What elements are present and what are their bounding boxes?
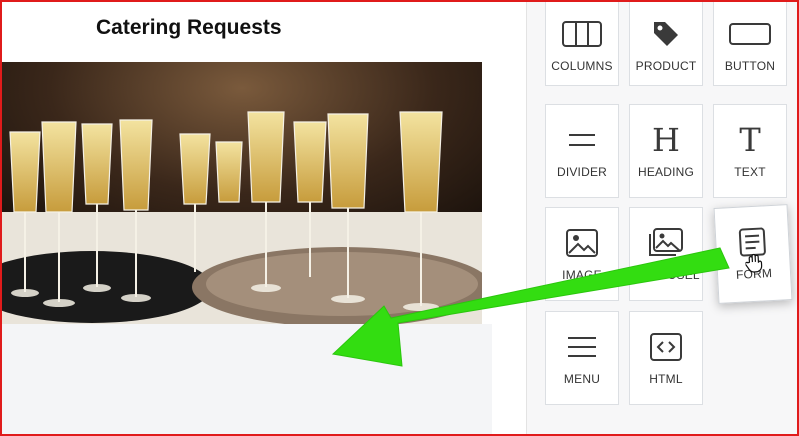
canvas-scroll-gutter [492,2,527,434]
columns-icon [562,19,602,49]
block-columns[interactable]: COLUMNS [545,0,619,86]
block-label: HEADING [637,165,695,179]
image-icon [566,228,598,258]
block-menu[interactable]: MENU [545,311,619,405]
carousel-icon [648,228,684,258]
menu-icon [567,332,597,362]
block-text[interactable]: T TEXT [713,104,787,198]
block-carousel[interactable]: CAROUSEL [629,207,703,301]
tag-icon [651,19,681,49]
grab-cursor-icon [744,253,763,273]
block-label: PRODUCT [635,59,697,73]
block-label: TEXT [734,165,766,179]
block-label: HTML [649,372,683,386]
page-title[interactable]: Catering Requests [96,16,282,40]
block-form-dragging[interactable]: FORM [713,204,793,304]
photo-image [2,62,482,324]
divider-icon [567,125,597,155]
text-icon: T [739,121,761,159]
block-image[interactable]: IMAGE [545,207,619,301]
block-label: DIVIDER [556,165,608,179]
block-heading[interactable]: H HEADING [629,104,703,198]
champagne-photo[interactable] [2,62,482,324]
block-html[interactable]: HTML [629,311,703,405]
heading-icon: H [652,121,680,159]
block-label: CAROUSEL [632,268,700,282]
html-icon [650,332,682,362]
button-icon [729,19,771,49]
block-label: BUTTON [724,59,776,73]
block-label: IMAGE [562,268,602,282]
block-label: MENU [563,372,601,386]
block-divider[interactable]: DIVIDER [545,104,619,198]
block-button[interactable]: BUTTON [713,0,787,86]
editor-canvas[interactable]: Catering Requests [2,2,492,434]
block-product[interactable]: PRODUCT [629,0,703,86]
block-label: COLUMNS [551,59,613,73]
